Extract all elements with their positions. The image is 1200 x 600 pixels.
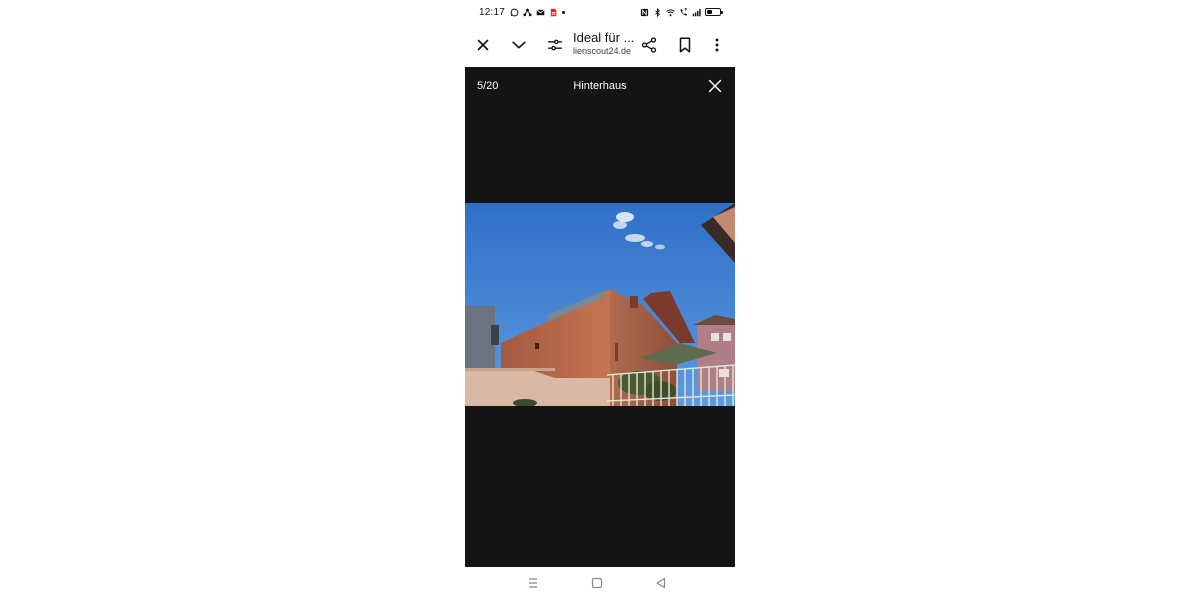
browser-toolbar: Ideal für ... lienscout24.de bbox=[465, 24, 735, 66]
wifi-icon bbox=[666, 8, 675, 17]
recent-apps-button[interactable] bbox=[526, 576, 540, 590]
notification-icons bbox=[510, 8, 566, 17]
recent-apps-icon bbox=[529, 578, 537, 588]
pdf-icon bbox=[549, 8, 558, 17]
phone-screen: 12:17 Ideal für ... lienscout24.de 5/20 … bbox=[465, 0, 735, 600]
mail-icon bbox=[536, 8, 545, 17]
status-time: 12:17 bbox=[479, 6, 506, 18]
gallery-photo[interactable] bbox=[465, 203, 735, 406]
bookmark-icon bbox=[679, 37, 691, 53]
chevron-down-icon bbox=[512, 41, 526, 49]
more-options-button[interactable] bbox=[705, 33, 729, 57]
close-icon bbox=[708, 79, 722, 93]
minimize-button[interactable] bbox=[507, 33, 531, 57]
bookmark-button[interactable] bbox=[673, 33, 697, 57]
cellular-signal-icon bbox=[692, 8, 701, 17]
home-icon bbox=[591, 577, 603, 589]
more-vert-icon bbox=[715, 38, 719, 52]
nfc-icon bbox=[640, 8, 649, 17]
image-caption: Hinterhaus bbox=[573, 80, 627, 92]
more-notifications-dot bbox=[562, 10, 566, 14]
battery-icon bbox=[705, 8, 723, 16]
bluetooth-icon bbox=[653, 7, 662, 17]
network-share-icon bbox=[523, 8, 532, 17]
close-icon bbox=[477, 39, 489, 51]
share-button[interactable] bbox=[637, 33, 661, 57]
page-info[interactable]: Ideal für ... lienscout24.de bbox=[573, 30, 635, 56]
image-viewer: 5/20 Hinterhaus bbox=[465, 67, 735, 567]
volte-call-icon bbox=[679, 7, 688, 17]
page-settings-button[interactable] bbox=[543, 33, 567, 57]
system-icons bbox=[640, 7, 723, 17]
building-photo bbox=[465, 203, 735, 406]
whatsapp-icon bbox=[510, 8, 519, 17]
battery-level bbox=[707, 10, 712, 14]
share-icon bbox=[641, 37, 657, 53]
back-button[interactable] bbox=[654, 576, 668, 590]
page-url: lienscout24.de bbox=[573, 46, 632, 56]
system-nav-bar bbox=[465, 567, 735, 600]
page-settings-icon bbox=[548, 39, 562, 51]
back-icon bbox=[656, 577, 666, 589]
home-button[interactable] bbox=[590, 576, 604, 590]
page-title: Ideal für ... bbox=[573, 30, 635, 45]
close-viewer-button[interactable] bbox=[707, 78, 723, 94]
close-tab-button[interactable] bbox=[471, 33, 495, 57]
status-bar: 12:17 bbox=[465, 0, 735, 24]
